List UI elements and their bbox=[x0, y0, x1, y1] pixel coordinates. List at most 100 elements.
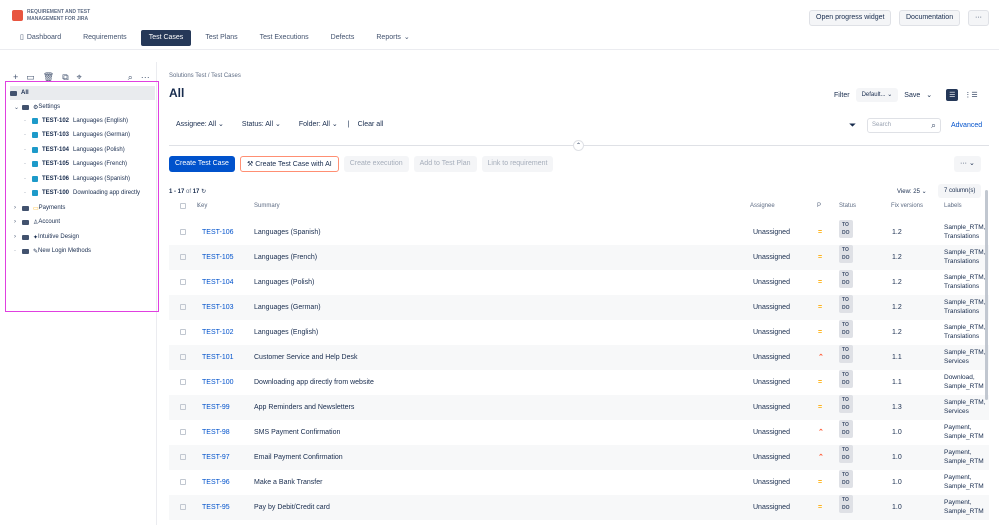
row-summary[interactable]: Downloading app directly from website bbox=[254, 370, 374, 395]
table-row[interactable]: TEST-106 Languages (Spanish) Unassigned = TO… bbox=[169, 220, 989, 245]
table-row[interactable]: TEST-103 Languages (German) Unassigned = TO … bbox=[169, 295, 989, 320]
table-row[interactable]: TEST-101 Customer Service and Help Desk Un… bbox=[169, 345, 989, 370]
col-priority[interactable]: P bbox=[817, 203, 821, 209]
chevron-down-icon[interactable]: ⌄ bbox=[14, 104, 22, 111]
table-row[interactable]: TEST-98 SMS Payment Confirmation Unassigne… bbox=[169, 420, 989, 445]
row-key-link[interactable]: TEST-106 bbox=[202, 220, 234, 245]
row-key-link[interactable]: TEST-102 bbox=[202, 320, 234, 345]
table-row[interactable]: TEST-95 Pay by Debit/Credit card Unassigne… bbox=[169, 495, 989, 520]
nav-test-plans[interactable]: Test Plans bbox=[197, 30, 245, 46]
tree-item-test-100[interactable]: · TEST-100 Downloading app directly bbox=[24, 186, 154, 200]
save-menu-chevron-icon[interactable]: ⌄ bbox=[926, 91, 932, 99]
row-assignee[interactable]: Unassigned bbox=[753, 420, 790, 445]
nav-reports[interactable]: Reports ⌄ bbox=[368, 30, 417, 46]
open-progress-widget-button[interactable]: Open progress widget bbox=[809, 10, 892, 26]
row-assignee[interactable]: Unassigned bbox=[753, 345, 790, 370]
page-size-select[interactable]: View: 25 ⌄ bbox=[897, 188, 927, 195]
save-button[interactable]: Save bbox=[904, 92, 920, 99]
tree-item-intuitive-design[interactable]: › ✦ Intuitive Design bbox=[14, 230, 159, 244]
row-assignee[interactable]: Unassigned bbox=[753, 320, 790, 345]
table-row[interactable]: TEST-105 Languages (French) Unassigned = TO … bbox=[169, 245, 989, 270]
row-assignee[interactable]: Unassigned bbox=[753, 370, 790, 395]
nav-requirements[interactable]: Requirements bbox=[75, 30, 135, 46]
row-summary[interactable]: Languages (French) bbox=[254, 245, 317, 270]
nav-test-executions[interactable]: Test Executions bbox=[252, 30, 317, 46]
nav-test-cases[interactable]: Test Cases bbox=[140, 30, 192, 46]
columns-button[interactable]: 7 column(s) bbox=[938, 184, 982, 198]
row-checkbox[interactable] bbox=[180, 295, 186, 320]
filter-select[interactable]: Default... ⌄ bbox=[855, 88, 899, 102]
col-key[interactable]: Key ↓ bbox=[197, 203, 207, 209]
row-checkbox[interactable] bbox=[180, 270, 186, 295]
folder-filter[interactable]: Folder: All ⌄ bbox=[299, 120, 338, 128]
row-summary[interactable]: Pay by Debit/Credit card bbox=[254, 495, 330, 520]
row-checkbox[interactable] bbox=[180, 395, 186, 420]
row-key-link[interactable]: TEST-103 bbox=[202, 295, 234, 320]
row-key-link[interactable]: TEST-96 bbox=[202, 470, 230, 495]
col-status[interactable]: Status bbox=[839, 203, 856, 209]
chevron-right-icon[interactable]: › bbox=[14, 205, 22, 211]
search-input[interactable]: Search ⌕ bbox=[867, 118, 941, 133]
more-menu-button[interactable]: ··· bbox=[968, 10, 989, 26]
col-assignee[interactable]: Assignee bbox=[750, 203, 775, 209]
row-summary[interactable]: Languages (Polish) bbox=[254, 270, 314, 295]
row-key-link[interactable]: TEST-100 bbox=[202, 370, 234, 395]
row-checkbox[interactable] bbox=[180, 370, 186, 395]
row-key-link[interactable]: TEST-104 bbox=[202, 270, 234, 295]
tree-item-test-104[interactable]: · TEST-104 Languages (Polish) bbox=[24, 143, 169, 157]
row-checkbox[interactable] bbox=[180, 420, 186, 445]
more-actions-button[interactable]: ··· ⌄ bbox=[954, 156, 981, 172]
row-summary[interactable]: App Reminders and Newsletters bbox=[254, 395, 354, 420]
tree-item-payments[interactable]: › ▭ Payments bbox=[14, 201, 159, 215]
table-row[interactable]: TEST-102 Languages (English) Unassigned = TO… bbox=[169, 320, 989, 345]
chevron-right-icon[interactable]: › bbox=[14, 219, 22, 225]
row-checkbox[interactable] bbox=[180, 470, 186, 495]
row-checkbox[interactable] bbox=[180, 245, 186, 270]
row-key-link[interactable]: TEST-99 bbox=[202, 395, 230, 420]
add-to-test-plan-button[interactable]: Add to Test Plan bbox=[413, 156, 477, 172]
table-row[interactable]: TEST-97 Email Payment Confirmation Unassig… bbox=[169, 445, 989, 470]
row-assignee[interactable]: Unassigned bbox=[753, 445, 790, 470]
row-summary[interactable]: Make a Bank Transfer bbox=[254, 470, 322, 495]
row-checkbox[interactable] bbox=[180, 445, 186, 470]
documentation-button[interactable]: Documentation bbox=[899, 10, 961, 26]
link-to-requirement-button[interactable]: Link to requirement bbox=[481, 156, 554, 172]
row-checkbox[interactable] bbox=[180, 495, 186, 520]
tree-item-test-102[interactable]: · TEST-102 Languages (English) bbox=[24, 114, 169, 128]
assignee-filter[interactable]: Assignee: All ⌄ bbox=[176, 120, 224, 128]
create-execution-button[interactable]: Create execution bbox=[343, 156, 409, 172]
table-scrollbar[interactable] bbox=[985, 190, 988, 400]
col-summary[interactable]: Summary bbox=[254, 203, 280, 209]
tree-item-test-103[interactable]: · TEST-103 Languages (German) bbox=[24, 128, 169, 142]
tree-item-test-105[interactable]: · TEST-105 Languages (French) bbox=[24, 157, 169, 171]
clear-all-link[interactable]: Clear all bbox=[358, 121, 384, 128]
row-assignee[interactable]: Unassigned bbox=[753, 470, 790, 495]
nav-defects[interactable]: Defects bbox=[323, 30, 363, 46]
list-view-icon[interactable]: ☰ bbox=[946, 89, 959, 101]
breadcrumb-project[interactable]: Solutions Test bbox=[169, 73, 206, 79]
create-test-case-ai-button[interactable]: ⚒ Create Test Case with AI bbox=[239, 156, 339, 172]
table-row[interactable]: TEST-96 Make a Bank Transfer Unassigned = TO… bbox=[169, 470, 989, 495]
row-checkbox[interactable] bbox=[180, 320, 186, 345]
row-assignee[interactable]: Unassigned bbox=[753, 495, 790, 520]
advanced-search-link[interactable]: Advanced bbox=[951, 122, 982, 129]
row-summary[interactable]: Customer Service and Help Desk bbox=[254, 345, 358, 370]
row-assignee[interactable]: Unassigned bbox=[753, 270, 790, 295]
row-assignee[interactable]: Unassigned bbox=[753, 245, 790, 270]
refresh-icon[interactable]: ↻ bbox=[201, 189, 206, 195]
tree-item-test-106[interactable]: · TEST-106 Languages (Spanish) bbox=[24, 172, 169, 186]
table-row[interactable]: TEST-100 Downloading app directly from we… bbox=[169, 370, 989, 395]
tree-item-settings[interactable]: ⌄ ⚙ Settings bbox=[14, 100, 159, 114]
row-summary[interactable]: Email Payment Confirmation bbox=[254, 445, 343, 470]
col-fix-versions[interactable]: Fix versions bbox=[891, 203, 923, 209]
tree-item-account[interactable]: › ♙ Account bbox=[14, 215, 159, 229]
table-row[interactable]: TEST-99 App Reminders and Newsletters Unas… bbox=[169, 395, 989, 420]
table-row[interactable]: TEST-104 Languages (Polish) Unassigned = TO … bbox=[169, 270, 989, 295]
collapse-filters-icon[interactable]: ⌃ bbox=[573, 140, 584, 151]
row-checkbox[interactable] bbox=[180, 345, 186, 370]
chevron-right-icon[interactable]: › bbox=[14, 234, 22, 240]
row-summary[interactable]: Languages (English) bbox=[254, 320, 318, 345]
row-key-link[interactable]: TEST-101 bbox=[202, 345, 234, 370]
tree-item-new-login-methods[interactable]: · ✎ New Login Methods bbox=[14, 244, 159, 258]
row-checkbox[interactable] bbox=[180, 220, 186, 245]
